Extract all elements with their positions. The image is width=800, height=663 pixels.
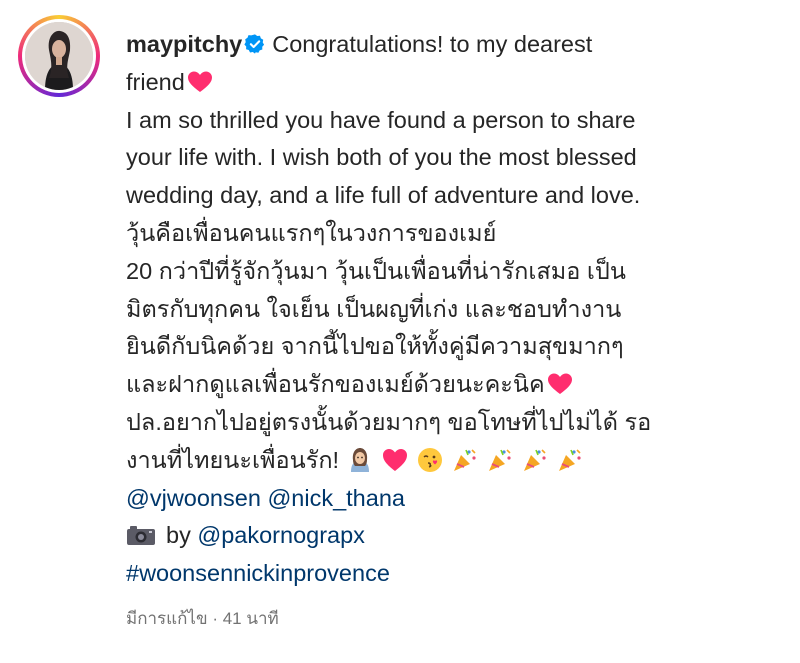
party-popper-emoji (488, 449, 511, 471)
pink-heart-emoji (547, 373, 572, 395)
author-username[interactable]: maypitchy (126, 31, 242, 57)
caption-text: Congratulations! to my dearest (272, 31, 593, 57)
caption-text: ยินดีกับนิคด้วย จากนี้ไปขอให้ทั้งคู่มีคว… (126, 333, 624, 360)
caption-text: งานที่ไทยนะเพื่อนรัก! (126, 446, 340, 473)
kissing-face-emoji (417, 447, 442, 472)
caption-line-10: และฝากดูแลเพื่อนรักของเมย์ด้วยนะคะนิค (126, 366, 776, 404)
mention-link[interactable]: @vjwoonsen (126, 485, 261, 511)
caption-text: และฝากดูแลเพื่อนรักของเมย์ด้วยนะคะนิค (126, 371, 545, 398)
story-ring[interactable] (18, 15, 100, 97)
mention-link[interactable]: @nick_thana (267, 485, 405, 511)
camera-emoji (127, 526, 155, 546)
hashtag-link[interactable]: #woonsennickinprovence (126, 560, 390, 586)
mentions-line: @vjwoonsen @nick_thana (126, 480, 776, 518)
caption-text: I am so thrilled you have found a person… (126, 106, 636, 133)
pink-heart-emoji (187, 71, 212, 92)
party-popper-emoji (523, 449, 546, 471)
caption-line-2: friend (126, 64, 776, 102)
post-caption: maypitchy Congratulations! to my dearest… (126, 26, 776, 593)
caption-text: wedding day, and a life full of adventur… (126, 182, 641, 209)
avatar[interactable] (25, 22, 93, 90)
party-popper-emoji (453, 449, 476, 471)
post-meta-edited-time: มีการแก้ไข · 41 นาที (126, 609, 279, 628)
caption-line-1: maypitchy Congratulations! to my dearest (126, 26, 776, 64)
avatar-border (22, 19, 96, 93)
photo-credit-line: by @pakornograpx (126, 517, 776, 555)
party-popper-emoji (558, 449, 581, 471)
caption-line-12: งานที่ไทยนะเพื่อนรัก! (126, 442, 776, 480)
caption-text: วุ้นคือเพื่อนคนแรกๆในวงการของเมย์ (126, 219, 497, 246)
woman-emoji (350, 447, 369, 472)
caption-text: 20 กว่าปีที่รู้จักวุ้นมา วุ้นเป็นเพื่อนท… (126, 257, 626, 284)
caption-text: ปล.อยากไปอยู่ตรงนั้นด้วยมากๆ ขอโทษที่ไปไ… (126, 408, 652, 435)
caption-text: มิตรกับทุกคน ใจเย็น เป็นผญที่เก่ง และชอบ… (126, 295, 622, 322)
hashtag-line: #woonsennickinprovence (126, 555, 776, 593)
verified-badge-icon (244, 34, 265, 54)
pink-heart-emoji (382, 448, 407, 471)
instagram-caption-post: maypitchy Congratulations! to my dearest… (0, 0, 800, 663)
caption-text: friend (126, 68, 185, 95)
photographer-mention-link[interactable]: @pakornograpx (197, 522, 365, 548)
photo-credit-prefix: by (166, 522, 191, 549)
avatar-photo (25, 22, 93, 90)
caption-text: your life with. I wish both of you the m… (126, 144, 637, 171)
